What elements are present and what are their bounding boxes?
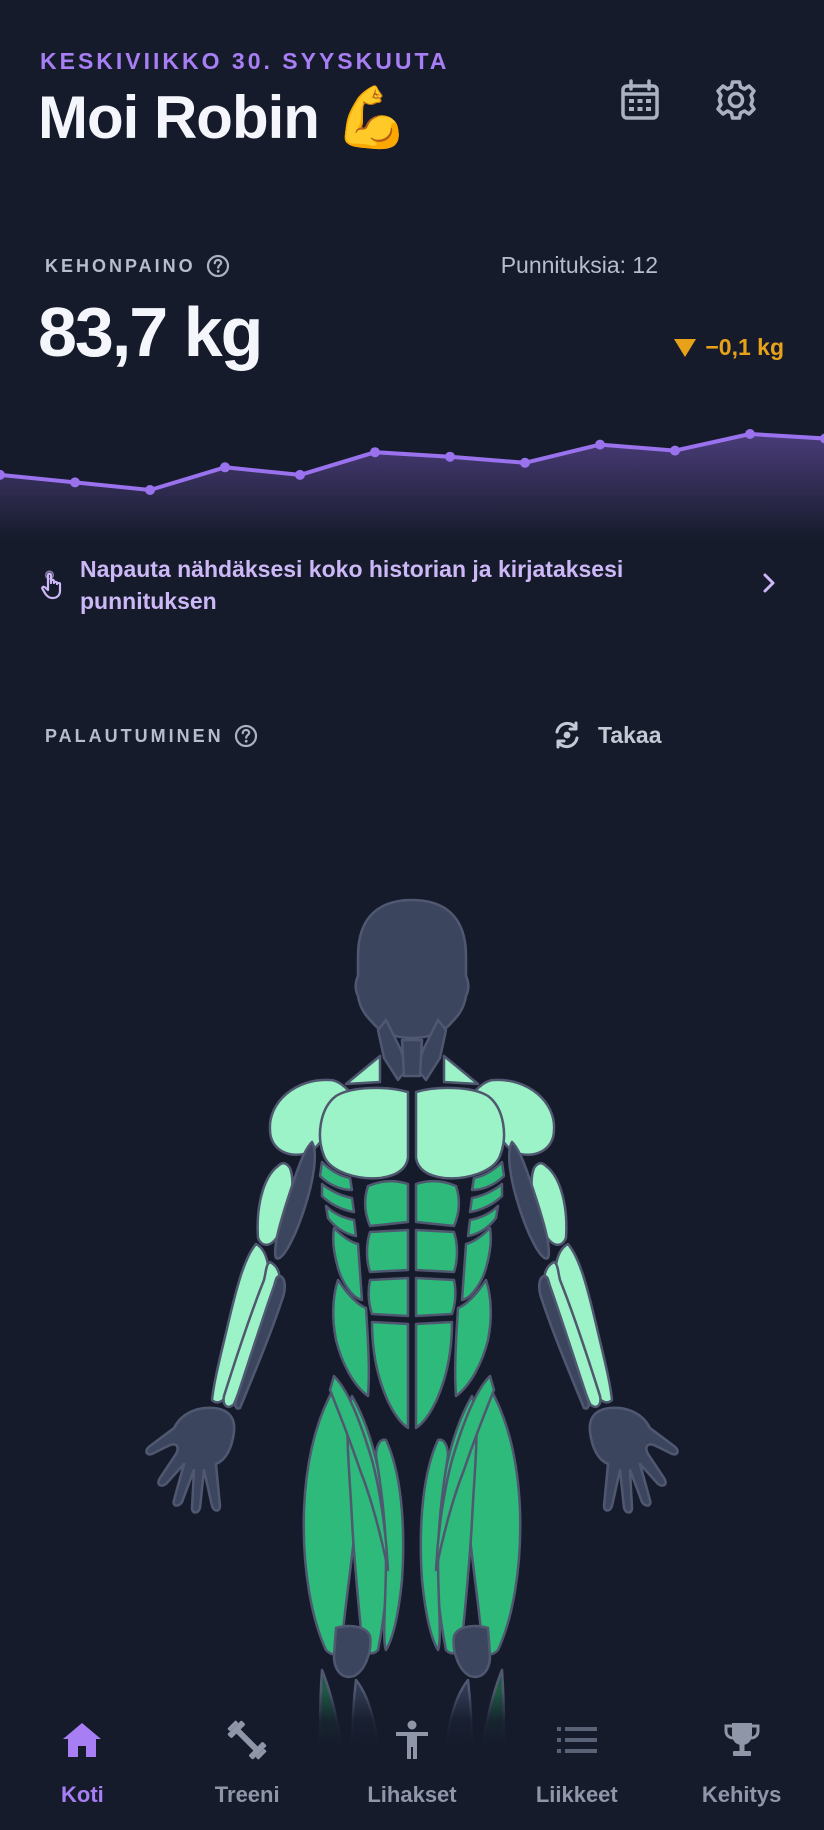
dumbbell-icon xyxy=(225,1718,269,1762)
home-screen: KESKIVIIKKO 30. SYYSKUUTA Moi Robin 💪 KE… xyxy=(0,0,824,1830)
weight-point-9 xyxy=(595,439,605,450)
calendar-button[interactable] xyxy=(612,72,668,128)
weight-point-10 xyxy=(670,445,680,456)
nav-item-home[interactable]: Koti xyxy=(0,1690,165,1830)
abs-right-2 xyxy=(414,1228,459,1274)
lower-oblique-left xyxy=(332,1278,371,1398)
abs-left-1 xyxy=(364,1180,410,1228)
nav-label-muscles: Lihakset xyxy=(367,1782,457,1807)
trapezius-left xyxy=(344,1054,382,1086)
bodyweight-title: KEHONPAINO xyxy=(45,255,196,276)
knee-right xyxy=(452,1624,492,1679)
nav-item-muscles[interactable]: Lihakset xyxy=(330,1690,495,1830)
greeting-title: Moi Robin 💪 xyxy=(38,84,409,151)
list-icon xyxy=(555,1718,599,1762)
trophy-icon xyxy=(720,1718,764,1762)
current-weight: 83,7 kg xyxy=(38,293,263,371)
recovery-title: PALAUTUMINEN xyxy=(45,725,224,746)
weight-point-3 xyxy=(145,485,155,495)
help-icon[interactable] xyxy=(234,724,258,748)
nav-label-workout: Treeni xyxy=(214,1782,280,1807)
abs-right-lower xyxy=(414,1320,454,1430)
abs-right-3 xyxy=(414,1276,457,1318)
help-icon[interactable] xyxy=(206,254,230,278)
chevron-right-icon xyxy=(763,573,775,593)
view-back-toggle[interactable]: Takaa xyxy=(552,720,662,750)
figure-icon xyxy=(390,1718,434,1762)
knee-left xyxy=(332,1624,372,1679)
view-back-label: Takaa xyxy=(598,721,662,748)
lower-oblique-right xyxy=(453,1278,492,1398)
weight-trend-chart[interactable] xyxy=(0,410,824,540)
gear-icon xyxy=(716,80,756,120)
nav-label-exercises: Liikkeet xyxy=(535,1782,618,1807)
nav-label-home: Koti xyxy=(61,1782,104,1807)
head xyxy=(354,898,470,1040)
weight-point-6 xyxy=(370,447,380,458)
hand-right xyxy=(588,1406,679,1514)
abs-left-2 xyxy=(365,1228,410,1274)
hand-left xyxy=(145,1406,236,1514)
nav-item-exercises[interactable]: Liikkeet xyxy=(494,1690,659,1830)
tap-hand-icon xyxy=(41,570,62,600)
muscle-recovery-map[interactable] xyxy=(0,880,824,1830)
abs-left-3 xyxy=(367,1276,410,1318)
nav-item-workout[interactable]: Treeni xyxy=(165,1690,330,1830)
nav-label-progress: Kehitys xyxy=(701,1782,782,1807)
nav-item-progress[interactable]: Kehitys xyxy=(659,1690,824,1830)
weight-point-5 xyxy=(295,469,305,480)
down-triangle-icon xyxy=(674,338,697,357)
recovery-label: PALAUTUMINEN xyxy=(45,724,258,748)
weight-point-11 xyxy=(745,429,755,439)
weight-point-7 xyxy=(445,451,455,462)
bottom-navigation: Koti Treeni Lihakset Liikkeet Kehitys xyxy=(0,1690,824,1830)
neck xyxy=(400,1038,424,1078)
rotate-view-icon xyxy=(555,721,579,749)
pectoral-right xyxy=(414,1086,506,1180)
pectoral-left xyxy=(318,1086,410,1180)
abs-left-lower xyxy=(370,1320,410,1430)
trapezius-right xyxy=(442,1054,480,1086)
calendar-icon xyxy=(621,79,659,120)
weight-point-2 xyxy=(70,477,80,488)
home-icon xyxy=(60,1718,104,1762)
weight-history-link[interactable]: Napauta nähdäksesi koko historian ja kir… xyxy=(40,550,784,620)
bodyweight-label: KEHONPAINO xyxy=(45,254,230,278)
settings-button[interactable] xyxy=(708,72,764,128)
weight-point-8 xyxy=(520,457,530,468)
weight-point-4 xyxy=(220,462,230,473)
weight-change-value: −0,1 kg xyxy=(705,334,784,360)
weight-history-text: Napauta nähdäksesi koko historian ja kir… xyxy=(80,556,624,614)
date-label: KESKIVIIKKO 30. SYYSKUUTA xyxy=(40,48,450,74)
abs-right-1 xyxy=(414,1180,460,1228)
weigh-in-count: Punnituksia: 12 xyxy=(500,252,658,278)
weight-change: −0,1 kg xyxy=(673,334,784,361)
